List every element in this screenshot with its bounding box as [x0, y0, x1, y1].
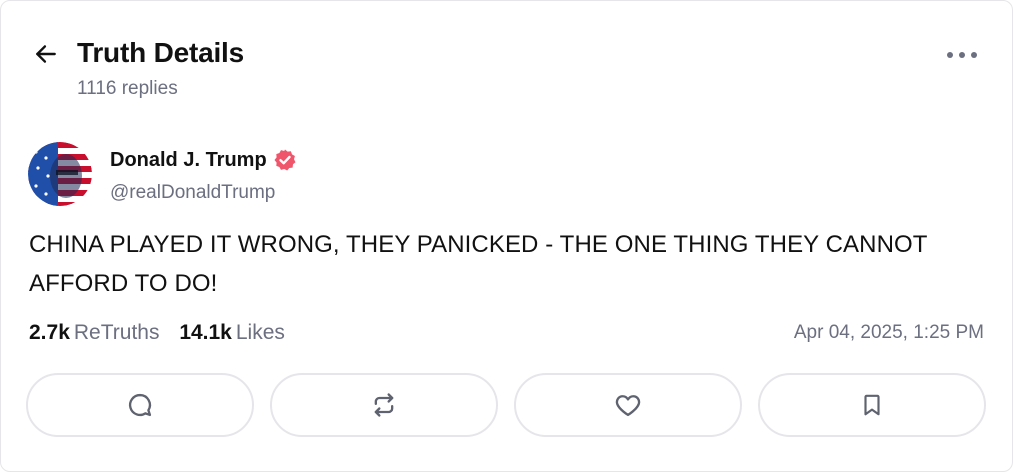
author-name[interactable]: Donald J. Trump — [110, 149, 267, 172]
author-handle[interactable]: @realDonaldTrump — [110, 182, 275, 204]
replies-count: 1116 replies — [77, 78, 178, 99]
reply-button[interactable] — [26, 373, 254, 437]
retruth-button[interactable] — [270, 373, 498, 437]
retruths-count: 2.7k — [29, 321, 70, 344]
likes-label: Likes — [235, 321, 285, 344]
bookmark-icon — [864, 394, 880, 416]
retruth-icon — [374, 393, 394, 417]
post-detail-card: Truth Details 1116 replies Donald J. Tru… — [0, 0, 1013, 472]
page-header: Truth Details 1116 replies — [31, 33, 982, 103]
back-button[interactable] — [31, 39, 61, 69]
arrow-left-icon — [36, 45, 56, 63]
post-stats: 2.7k ReTruths 14.1k Likes Apr 04, 2025, 1:… — [29, 321, 984, 349]
post-actions — [26, 373, 988, 439]
post-date: Apr 04, 2025, 1:25 PM — [793, 322, 984, 343]
retruths-stat[interactable]: 2.7k ReTruths — [29, 321, 159, 345]
more-horizontal-icon — [947, 52, 977, 58]
reply-icon — [128, 393, 152, 417]
page-title: Truth Details — [77, 37, 244, 68]
post-author: Donald J. Trump @realDonaldTrump — [28, 142, 982, 208]
retruths-label: ReTruths — [73, 321, 160, 344]
like-icon — [615, 395, 641, 417]
likes-stat[interactable]: 14.1k Likes — [179, 321, 285, 345]
post-content: CHINA PLAYED IT WRONG, THEY PANICKED - T… — [29, 231, 928, 297]
more-options-button[interactable] — [944, 45, 980, 65]
avatar[interactable] — [28, 142, 92, 206]
like-button[interactable] — [514, 373, 742, 437]
likes-count: 14.1k — [179, 321, 232, 344]
verified-badge-icon — [274, 149, 296, 171]
bookmark-button[interactable] — [758, 373, 986, 437]
